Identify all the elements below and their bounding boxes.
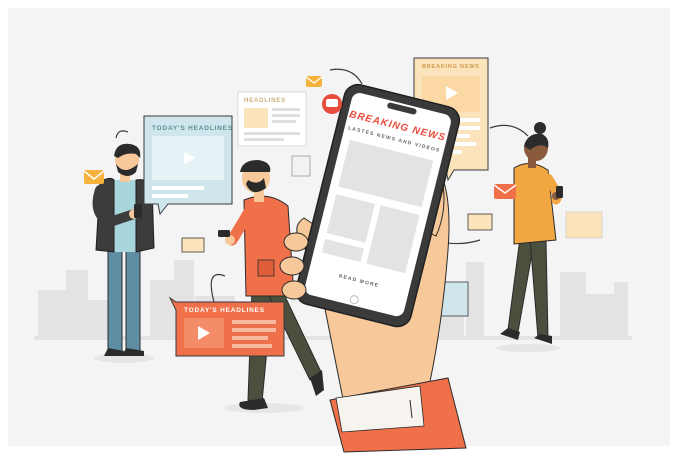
illustration-canvas: TODAY'S HEADLINES HEADLINES BREAKING NEW… — [0, 0, 679, 454]
headlines-card-label: HEADLINES — [244, 98, 286, 104]
fingers — [279, 232, 309, 300]
orange-bubble-label: TODAY'S HEADLINES — [184, 307, 265, 314]
breaking-news-card-label: BREAKING NEWS — [422, 64, 480, 70]
news-illustration: TODAY'S HEADLINES HEADLINES BREAKING NEW… — [0, 0, 679, 454]
mail-icon-top — [305, 76, 323, 87]
chat-icon — [322, 94, 342, 114]
mail-icon-right — [493, 184, 517, 199]
mail-icon — [83, 170, 105, 184]
blue-bubble-label: TODAY'S HEADLINES — [152, 125, 233, 132]
